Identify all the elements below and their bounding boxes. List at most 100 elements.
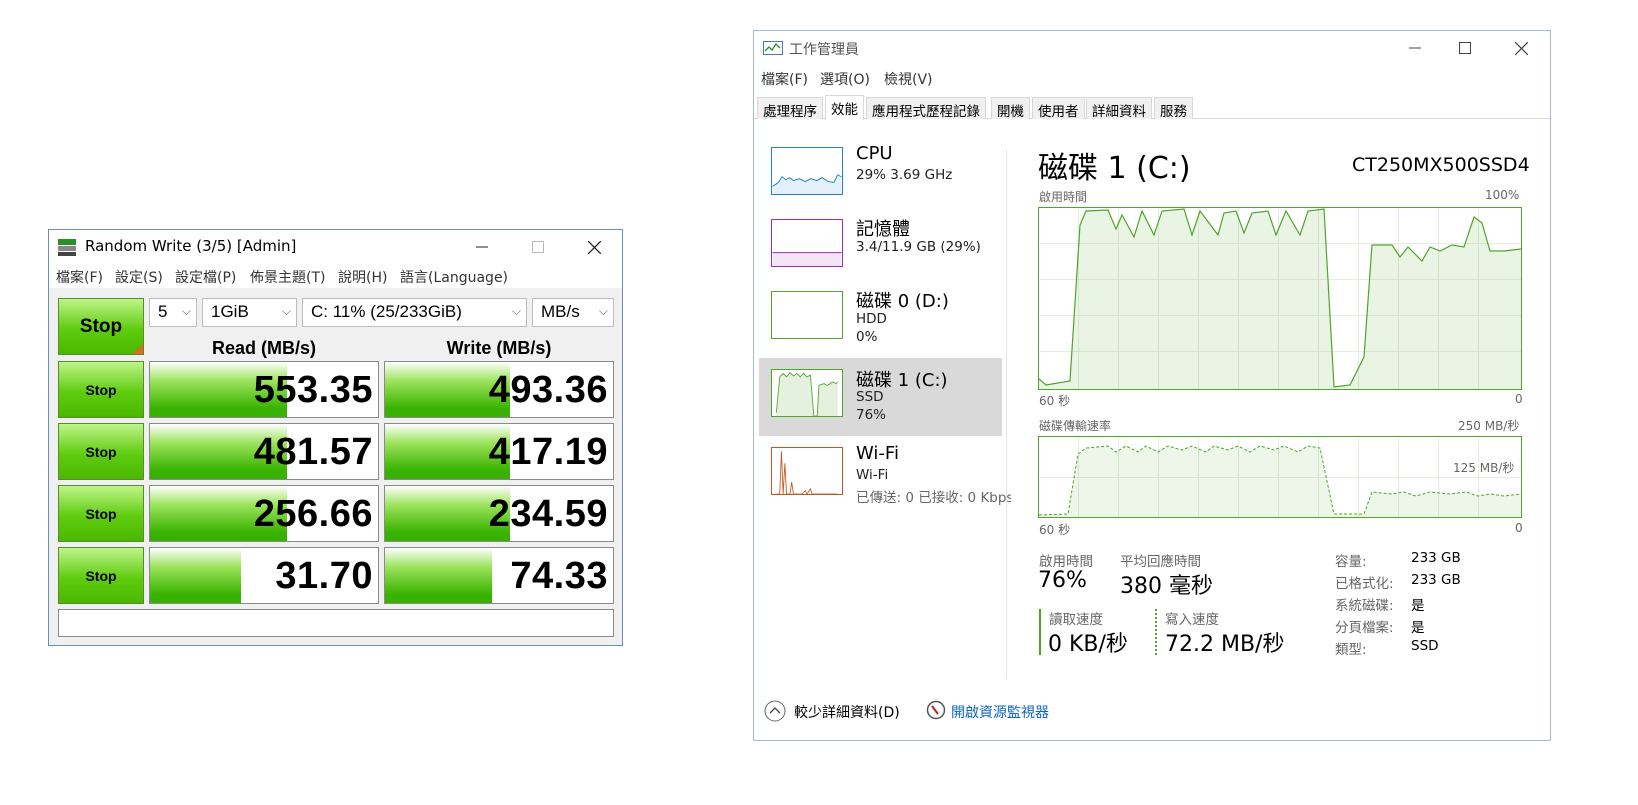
transfer-rate-left-axis: 60 秒 bbox=[1039, 523, 1071, 537]
transfer-rate-right-axis: 0 bbox=[1515, 521, 1523, 535]
write-speed-value: 72.2 MB/秒 bbox=[1165, 632, 1285, 657]
write-speed-label: 寫入速度 bbox=[1165, 612, 1219, 628]
tab-performance[interactable]: 效能 bbox=[825, 95, 864, 120]
disk0-thumbnail bbox=[771, 291, 843, 339]
tab-processes[interactable]: 處理程序 bbox=[757, 97, 823, 120]
response-time-label: 平均回應時間 bbox=[1120, 554, 1201, 570]
row-stop-label: Stop bbox=[85, 443, 117, 460]
sidebar-wifi-detail: 已傳送: 0 已接收: 0 Kbps bbox=[856, 490, 1011, 506]
size-select[interactable]: 1GiB ⌵ bbox=[202, 298, 297, 327]
cpu-thumbnail bbox=[771, 147, 843, 195]
open-resource-monitor-link[interactable]: 開啟資源監視器 bbox=[926, 699, 1086, 723]
drive-value: C: 11% (25/233GiB) bbox=[311, 302, 462, 321]
memory-thumbnail bbox=[771, 219, 843, 267]
tab-services[interactable]: 服務 bbox=[1154, 97, 1193, 120]
chevron-down-icon: ⌵ bbox=[181, 304, 191, 318]
transfer-rate-mid: 125 MB/秒 bbox=[1453, 461, 1515, 475]
system-disk-label: 系統磁碟: bbox=[1335, 598, 1394, 614]
corner-triangle-icon bbox=[133, 344, 143, 354]
menu-file[interactable]: 檔案(F) bbox=[56, 267, 103, 287]
sidebar-cpu-name: CPU bbox=[856, 143, 893, 164]
window-title: Random Write (3/5) [Admin] bbox=[85, 237, 297, 255]
minimize-button[interactable] bbox=[1392, 31, 1438, 65]
fewer-details-button[interactable]: 較少詳細資料(D) bbox=[764, 699, 934, 723]
formatted-label: 已格式化: bbox=[1335, 576, 1394, 592]
sidebar-item-cpu[interactable]: CPU 29% 3.69 GHz bbox=[759, 135, 1002, 213]
minimize-icon bbox=[476, 246, 488, 248]
sidebar-item-disk1[interactable]: 磁碟 1 (C:) SSD 76% bbox=[759, 358, 1002, 436]
sidebar-item-memory[interactable]: 記憶體 3.4/11.9 GB (29%) bbox=[759, 207, 1002, 285]
close-button[interactable] bbox=[1498, 31, 1544, 65]
sidebar-item-wifi[interactable]: Wi-Fi Wi-Fi 已傳送: 0 已接收: 0 Kbps bbox=[759, 435, 1011, 513]
write-result-cell: 417.19 bbox=[384, 423, 614, 480]
menu-view[interactable]: 檢視(V) bbox=[884, 69, 933, 89]
response-time-value: 380 毫秒 bbox=[1120, 574, 1213, 599]
sidebar-divider bbox=[1006, 149, 1007, 679]
resource-monitor-icon bbox=[926, 700, 946, 720]
size-value: 1GiB bbox=[211, 302, 249, 321]
sidebar-disk1-type: SSD bbox=[856, 389, 884, 405]
tab-app-history[interactable]: 應用程式歷程記錄 bbox=[866, 97, 986, 120]
active-time-left-axis: 60 秒 bbox=[1039, 394, 1071, 408]
tab-bar: 處理程序 效能 應用程式歷程記錄 開機 使用者 詳細資料 服務 bbox=[754, 95, 1550, 120]
status-bar bbox=[58, 609, 614, 637]
tab-details[interactable]: 詳細資料 bbox=[1086, 97, 1152, 120]
menu-language[interactable]: 語言(Language) bbox=[400, 267, 508, 287]
menu-help[interactable]: 說明(H) bbox=[338, 267, 387, 287]
maximize-icon bbox=[1459, 42, 1471, 54]
read-result-cell: 553.35 bbox=[149, 361, 379, 418]
transfer-rate-max: 250 MB/秒 bbox=[1458, 419, 1520, 433]
menu-options[interactable]: 選項(O) bbox=[820, 69, 870, 89]
maximize-button[interactable] bbox=[515, 230, 561, 264]
active-time-max: 100% bbox=[1485, 188, 1520, 202]
minimize-icon bbox=[1409, 47, 1421, 49]
disk-heading: 磁碟 1 (C:) bbox=[1038, 151, 1191, 186]
menu-bar: 檔案(F) 設定(S) 設定檔(P) 佈景主題(T) 說明(H) 語言(Lang… bbox=[49, 264, 622, 288]
tab-users[interactable]: 使用者 bbox=[1032, 97, 1085, 120]
active-time-right-axis: 0 bbox=[1515, 392, 1523, 406]
menu-theme[interactable]: 佈景主題(T) bbox=[250, 267, 325, 287]
drive-select[interactable]: C: 11% (25/233GiB) ⌵ bbox=[302, 298, 527, 327]
read-result-cell: 256.66 bbox=[149, 485, 379, 542]
maximize-button[interactable] bbox=[1442, 31, 1488, 65]
window-title: 工作管理員 bbox=[789, 42, 859, 58]
menu-file[interactable]: 檔案(F) bbox=[761, 69, 808, 89]
tab-startup[interactable]: 開機 bbox=[991, 97, 1030, 120]
chevron-down-icon: ⌵ bbox=[511, 304, 521, 318]
crystaldiskmark-window: Random Write (3/5) [Admin] 檔案(F) 設定(S) 設… bbox=[48, 229, 623, 646]
system-disk-value: 是 bbox=[1411, 598, 1425, 614]
menu-settings[interactable]: 設定(S) bbox=[115, 267, 163, 287]
write-result-cell: 493.36 bbox=[384, 361, 614, 418]
active-time-label: 啟用時間 bbox=[1039, 190, 1088, 204]
count-select[interactable]: 5 ⌵ bbox=[149, 298, 197, 327]
row-stop-label: Stop bbox=[85, 381, 117, 398]
task-manager-window: 工作管理員 檔案(F) 選項(O) 檢視(V) 處理程序 效能 應用程式歷程記錄… bbox=[753, 30, 1551, 741]
sidebar-item-disk0[interactable]: 磁碟 0 (D:) HDD 0% bbox=[759, 279, 1002, 357]
read-result-value: 481.57 bbox=[253, 431, 373, 473]
row-stop-button[interactable]: Stop bbox=[58, 361, 144, 418]
task-manager-icon bbox=[763, 41, 783, 55]
menu-profile[interactable]: 設定檔(P) bbox=[175, 267, 236, 287]
sidebar-cpu-detail: 29% 3.69 GHz bbox=[856, 167, 953, 183]
stop-all-button[interactable]: Stop bbox=[58, 298, 144, 355]
sidebar-memory-detail: 3.4/11.9 GB (29%) bbox=[856, 239, 981, 255]
close-icon bbox=[1514, 41, 1528, 55]
row-stop-button[interactable]: Stop bbox=[58, 423, 144, 480]
write-result-value: 417.19 bbox=[488, 431, 608, 473]
read-header: Read (MB/s) bbox=[211, 338, 316, 358]
row-stop-button[interactable]: Stop bbox=[58, 485, 144, 542]
read-result-bar bbox=[150, 548, 242, 603]
row-stop-label: Stop bbox=[85, 505, 117, 522]
read-result-cell: 481.57 bbox=[149, 423, 379, 480]
page-file-label: 分頁檔案: bbox=[1335, 620, 1394, 636]
row-stop-button[interactable]: Stop bbox=[58, 547, 144, 604]
chevron-down-icon: ⌵ bbox=[598, 304, 608, 318]
type-label: 類型: bbox=[1335, 642, 1367, 658]
unit-select[interactable]: MB/s ⌵ bbox=[532, 298, 614, 327]
wifi-thumbnail bbox=[771, 447, 843, 495]
minimize-button[interactable] bbox=[459, 230, 505, 264]
close-button[interactable] bbox=[571, 230, 617, 264]
page-file-value: 是 bbox=[1411, 620, 1425, 636]
formatted-value: 233 GB bbox=[1411, 572, 1461, 588]
title-bar[interactable]: Random Write (3/5) [Admin] bbox=[49, 230, 622, 264]
